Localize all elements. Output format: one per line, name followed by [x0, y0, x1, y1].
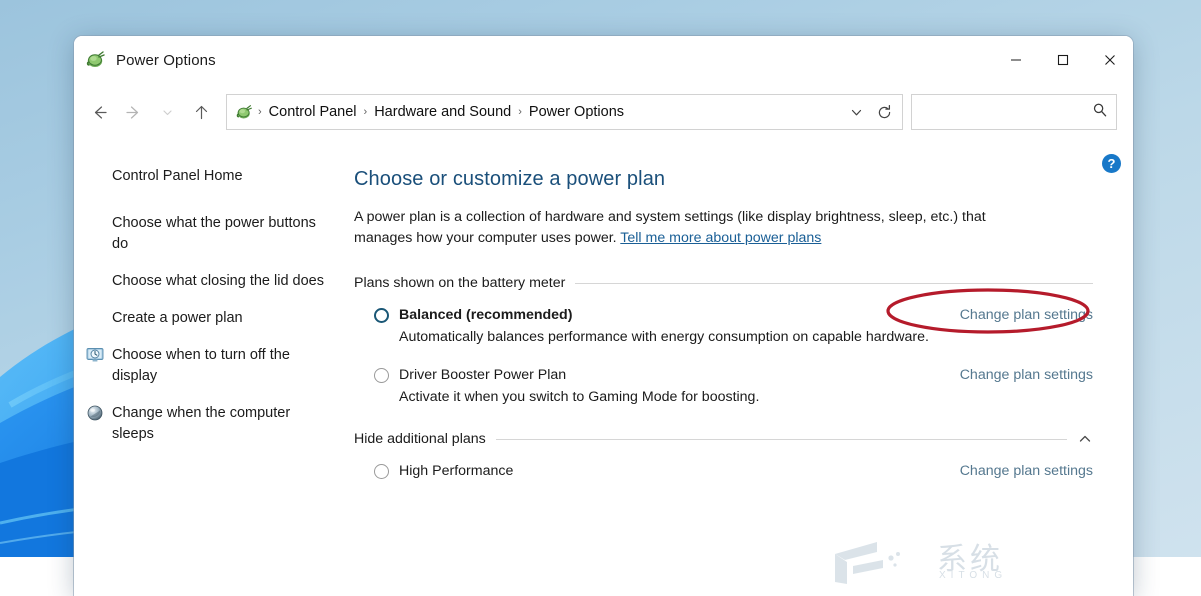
group-header-hide-additional-plans[interactable]: Hide additional plans [354, 431, 1093, 447]
window-titlebar[interactable]: Power Options [74, 36, 1133, 84]
breadcrumb-item-hardware-and-sound[interactable]: Hardware and Sound [369, 101, 516, 123]
forward-arrow-icon[interactable] [116, 95, 150, 129]
recent-locations-chevron-down-icon[interactable] [150, 95, 184, 129]
sidebar-item-control-panel-home[interactable]: Control Panel Home [86, 166, 338, 187]
chevron-up-icon[interactable] [1077, 431, 1093, 447]
radio-balanced[interactable] [374, 308, 389, 323]
sidebar-item-computer-sleeps[interactable]: Change when the computer sleeps [86, 403, 338, 445]
power-plug-icon [86, 50, 106, 70]
plan-row[interactable]: High Performance Change plan settings [354, 463, 1093, 479]
main-content: Choose or customize a power plan A power… [354, 140, 1133, 596]
breadcrumb-item-control-panel[interactable]: Control Panel [264, 101, 362, 123]
search-icon[interactable] [1092, 102, 1108, 123]
plan-name: High Performance [399, 463, 513, 479]
breadcrumb-power-plug-icon [236, 104, 253, 121]
sidebar-item-create-power-plan[interactable]: Create a power plan [86, 308, 338, 329]
plan-description: Activate it when you switch to Gaming Mo… [354, 389, 1093, 405]
refresh-icon[interactable] [870, 98, 898, 126]
sidebar-item-label: Choose what closing the lid does [112, 273, 324, 289]
change-plan-settings-link-driver-booster[interactable]: Change plan settings [960, 367, 1093, 383]
plan-balanced: Balanced (recommended) Change plan setti… [354, 307, 1093, 345]
search-input[interactable] [922, 104, 1092, 121]
address-bar-breadcrumb[interactable]: › Control Panel › Hardware and Sound › P… [226, 94, 903, 130]
plan-name: Balanced (recommended) [399, 307, 572, 323]
minimize-button[interactable] [992, 36, 1039, 84]
change-plan-settings-link-balanced[interactable]: Change plan settings [960, 307, 1093, 323]
window-caption-buttons [992, 36, 1133, 84]
tell-me-more-link[interactable]: Tell me more about power plans [620, 230, 821, 246]
group-header-rule [575, 283, 1093, 284]
sidebar: Control Panel Home Choose what the power… [74, 140, 354, 596]
window-body: ? Control Panel Home Choose what the pow… [74, 140, 1133, 596]
sleep-moon-icon [86, 404, 104, 422]
plan-row[interactable]: Driver Booster Power Plan Change plan se… [354, 367, 1093, 383]
change-plan-settings-link-high-performance[interactable]: Change plan settings [960, 463, 1093, 479]
breadcrumb-separator: › [256, 106, 264, 118]
sidebar-item-label: Control Panel Home [112, 168, 243, 184]
plan-row[interactable]: Balanced (recommended) Change plan setti… [354, 307, 1093, 323]
group-header-label: Hide additional plans [354, 431, 486, 447]
display-clock-icon [86, 346, 104, 364]
search-box[interactable] [911, 94, 1117, 130]
sidebar-item-power-buttons[interactable]: Choose what the power buttons do [86, 213, 338, 255]
plan-name: Driver Booster Power Plan [399, 367, 566, 383]
group-header-battery-meter: Plans shown on the battery meter [354, 275, 1093, 291]
maximize-button[interactable] [1039, 36, 1086, 84]
breadcrumb-separator: › [362, 106, 370, 118]
history-chevron-down-icon[interactable] [842, 98, 870, 126]
sidebar-item-label: Choose when to turn off the display [112, 347, 290, 384]
radio-high-performance[interactable] [374, 464, 389, 479]
up-arrow-icon[interactable] [184, 95, 218, 129]
group-header-rule [496, 439, 1067, 440]
breadcrumb-separator: › [516, 106, 524, 118]
power-options-window: Power Options [74, 36, 1133, 596]
sidebar-item-label: Choose what the power buttons do [112, 215, 316, 252]
plan-high-performance: High Performance Change plan settings [354, 463, 1093, 479]
breadcrumb-item-power-options[interactable]: Power Options [524, 101, 629, 123]
window-title: Power Options [116, 52, 216, 69]
sidebar-item-turn-off-display[interactable]: Choose when to turn off the display [86, 345, 338, 387]
page-title: Choose or customize a power plan [354, 168, 1093, 191]
help-button[interactable]: ? [1102, 154, 1121, 173]
plan-driver-booster: Driver Booster Power Plan Change plan se… [354, 367, 1093, 405]
navigation-bar: › Control Panel › Hardware and Sound › P… [74, 84, 1133, 140]
sidebar-item-label: Change when the computer sleeps [112, 405, 290, 442]
radio-driver-booster[interactable] [374, 368, 389, 383]
close-button[interactable] [1086, 36, 1133, 84]
sidebar-item-closing-lid[interactable]: Choose what closing the lid does [86, 271, 338, 292]
plan-description: Automatically balances performance with … [354, 329, 1093, 345]
back-arrow-icon[interactable] [82, 95, 116, 129]
sidebar-item-label: Create a power plan [112, 310, 243, 326]
group-header-label: Plans shown on the battery meter [354, 275, 565, 291]
page-description: A power plan is a collection of hardware… [354, 207, 1044, 249]
